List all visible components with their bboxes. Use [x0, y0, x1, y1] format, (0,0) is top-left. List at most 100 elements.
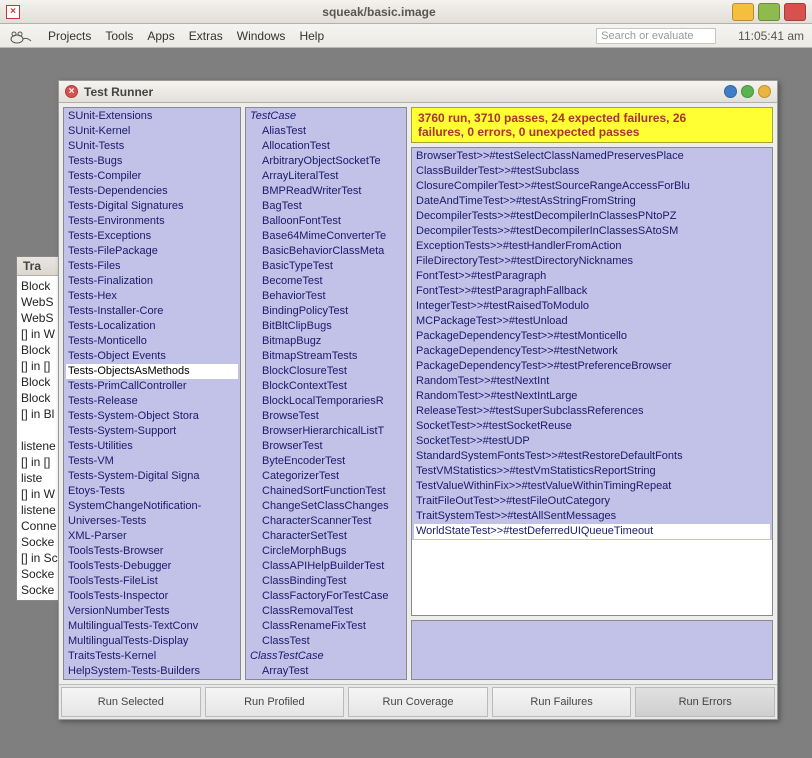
- category-item[interactable]: ToolsTests-FileList: [66, 574, 238, 589]
- test-class-item[interactable]: ClassFactoryForTestCase: [248, 589, 404, 604]
- minimize-button[interactable]: [732, 3, 754, 21]
- category-item[interactable]: Tests-System-Support: [66, 424, 238, 439]
- failure-item[interactable]: TraitSystemTest>>#testAllSentMessages: [414, 509, 770, 524]
- failure-item[interactable]: MCPackageTest>>#testUnload: [414, 314, 770, 329]
- menu-tools[interactable]: Tools: [105, 29, 133, 43]
- category-item[interactable]: MultilingualTests-Display: [66, 634, 238, 649]
- failures-panel[interactable]: BrowserTest>>#testSelectClassNamedPreser…: [411, 147, 773, 616]
- test-classes-panel[interactable]: TestCaseAliasTestAllocationTestArbitrary…: [245, 107, 407, 680]
- category-item[interactable]: Tests-Hex: [66, 289, 238, 304]
- categories-panel[interactable]: SUnit-ExtensionsSUnit-KernelSUnit-TestsT…: [63, 107, 241, 680]
- failure-item[interactable]: RandomTest>>#testNextIntLarge: [414, 389, 770, 404]
- category-item[interactable]: SUnit-Extensions: [66, 109, 238, 124]
- failure-item[interactable]: FileDirectoryTest>>#testDirectoryNicknam…: [414, 254, 770, 269]
- failure-item[interactable]: DecompilerTests>>#testDecompilerInClasse…: [414, 224, 770, 239]
- category-item[interactable]: Tests-Files: [66, 259, 238, 274]
- failure-item[interactable]: ClosureCompilerTest>>#testSourceRangeAcc…: [414, 179, 770, 194]
- category-item[interactable]: Tests-Localization: [66, 319, 238, 334]
- category-item[interactable]: Tests-System-Object Stora: [66, 409, 238, 424]
- failure-item[interactable]: PackageDependencyTest>>#testNetwork: [414, 344, 770, 359]
- test-class-item[interactable]: BagTest: [248, 199, 404, 214]
- errors-panel[interactable]: [411, 620, 773, 680]
- category-item[interactable]: SystemChangeNotification-: [66, 499, 238, 514]
- test-class-item[interactable]: BecomeTest: [248, 274, 404, 289]
- test-class-item[interactable]: BrowserHierarchicalListT: [248, 424, 404, 439]
- category-item[interactable]: Tests-FilePackage: [66, 244, 238, 259]
- test-class-item[interactable]: BitBltClipBugs: [248, 319, 404, 334]
- category-item[interactable]: SUnit-Tests: [66, 139, 238, 154]
- category-item[interactable]: Tests-Exceptions: [66, 229, 238, 244]
- failure-item[interactable]: StandardSystemFontsTest>>#testRestoreDef…: [414, 449, 770, 464]
- failure-item[interactable]: IntegerTest>>#testRaisedToModulo: [414, 299, 770, 314]
- failure-item[interactable]: PackageDependencyTest>>#testMonticello: [414, 329, 770, 344]
- run-coverage-button[interactable]: Run Coverage: [348, 687, 488, 717]
- test-class-item[interactable]: AliasTest: [248, 124, 404, 139]
- test-class-item[interactable]: Base64MimeConverterTe: [248, 229, 404, 244]
- test-class-item[interactable]: BlockLocalTemporariesR: [248, 394, 404, 409]
- test-class-item[interactable]: AssociationTest: [248, 679, 404, 680]
- category-item[interactable]: Tests-Monticello: [66, 334, 238, 349]
- test-class-item[interactable]: CharacterScannerTest: [248, 514, 404, 529]
- test-runner-titlebar[interactable]: × Test Runner: [59, 81, 777, 103]
- squeak-logo-icon[interactable]: [8, 27, 34, 45]
- test-class-item[interactable]: ClassRenameFixTest: [248, 619, 404, 634]
- run-selected-button[interactable]: Run Selected: [61, 687, 201, 717]
- category-item[interactable]: Tests-Release: [66, 394, 238, 409]
- failure-item[interactable]: BrowserTest>>#testSelectClassNamedPreser…: [414, 149, 770, 164]
- failure-item[interactable]: DateAndTimeTest>>#testAsStringFromString: [414, 194, 770, 209]
- test-class-item[interactable]: ArbitraryObjectSocketTe: [248, 154, 404, 169]
- test-class-item[interactable]: BindingPolicyTest: [248, 304, 404, 319]
- failure-item[interactable]: ReleaseTest>>#testSuperSubclassReference…: [414, 404, 770, 419]
- failure-item[interactable]: WorldStateTest>>#testDeferredUIQueueTime…: [414, 524, 770, 539]
- failure-item[interactable]: FontTest>>#testParagraphFallback: [414, 284, 770, 299]
- failure-item[interactable]: SocketTest>>#testUDP: [414, 434, 770, 449]
- category-item[interactable]: Tests-Object Events: [66, 349, 238, 364]
- category-item[interactable]: Tests-ObjectsAsMethods: [66, 364, 238, 379]
- test-class-item[interactable]: BrowserTest: [248, 439, 404, 454]
- test-class-item[interactable]: CharacterSetTest: [248, 529, 404, 544]
- category-item[interactable]: VersionNumberTests: [66, 604, 238, 619]
- failure-item[interactable]: ExceptionTests>>#testHandlerFromAction: [414, 239, 770, 254]
- test-class-item[interactable]: ClassTest: [248, 634, 404, 649]
- test-class-item[interactable]: ChainedSortFunctionTest: [248, 484, 404, 499]
- failure-item[interactable]: TraitFileOutTest>>#testFileOutCategory: [414, 494, 770, 509]
- failure-item[interactable]: ClassBuilderTest>>#testSubclass: [414, 164, 770, 179]
- failure-item[interactable]: PackageDependencyTest>>#testPreferenceBr…: [414, 359, 770, 374]
- failure-item[interactable]: TestValueWithinFix>>#testValueWithinTimi…: [414, 479, 770, 494]
- menu-windows[interactable]: Windows: [237, 29, 286, 43]
- test-class-item[interactable]: BlockClosureTest: [248, 364, 404, 379]
- failure-item[interactable]: DecompilerTests>>#testDecompilerInClasse…: [414, 209, 770, 224]
- test-class-item[interactable]: AllocationTest: [248, 139, 404, 154]
- category-item[interactable]: Tests-Compiler: [66, 169, 238, 184]
- category-item[interactable]: Tests-Bugs: [66, 154, 238, 169]
- expand-icon[interactable]: [741, 85, 754, 98]
- test-class-item[interactable]: BMPReadWriterTest: [248, 184, 404, 199]
- test-class-item[interactable]: ArrayLiteralTest: [248, 169, 404, 184]
- test-class-item[interactable]: BalloonFontTest: [248, 214, 404, 229]
- run-failures-button[interactable]: Run Failures: [492, 687, 632, 717]
- search-input[interactable]: Search or evaluate: [596, 28, 716, 44]
- test-class-item[interactable]: ChangeSetClassChanges: [248, 499, 404, 514]
- category-item[interactable]: ToolsTests-Debugger: [66, 559, 238, 574]
- category-item[interactable]: Tests-Utilities: [66, 439, 238, 454]
- category-item[interactable]: ToolsTests-Inspector: [66, 589, 238, 604]
- category-item[interactable]: XML-Parser: [66, 529, 238, 544]
- test-class-item[interactable]: BitmapBugz: [248, 334, 404, 349]
- menu-help[interactable]: Help: [299, 29, 324, 43]
- collapse-icon[interactable]: [724, 85, 737, 98]
- test-class-item[interactable]: ClassRemovalTest: [248, 604, 404, 619]
- failure-item[interactable]: RandomTest>>#testNextInt: [414, 374, 770, 389]
- test-class-item[interactable]: ByteEncoderTest: [248, 454, 404, 469]
- category-item[interactable]: Tests-PrimCallController: [66, 379, 238, 394]
- test-class-item[interactable]: BrowseTest: [248, 409, 404, 424]
- category-item[interactable]: SUnit-Kernel: [66, 124, 238, 139]
- run-errors-button[interactable]: Run Errors: [635, 687, 775, 717]
- category-item[interactable]: Etoys-Tests: [66, 484, 238, 499]
- run-profiled-button[interactable]: Run Profiled: [205, 687, 345, 717]
- menu-icon[interactable]: [758, 85, 771, 98]
- category-item[interactable]: Tests-Environments: [66, 214, 238, 229]
- failure-item[interactable]: FontTest>>#testParagraph: [414, 269, 770, 284]
- category-item[interactable]: ToolsTests-Browser: [66, 544, 238, 559]
- test-class-item[interactable]: BehaviorTest: [248, 289, 404, 304]
- test-class-item[interactable]: CategorizerTest: [248, 469, 404, 484]
